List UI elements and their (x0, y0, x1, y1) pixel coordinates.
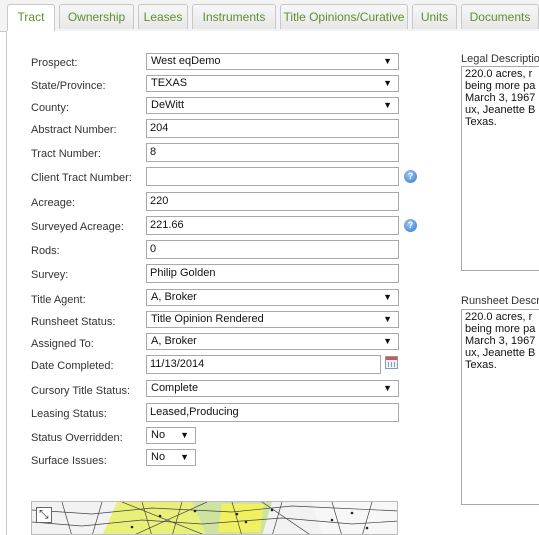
dropdown-arrow-icon: ▼ (383, 336, 392, 346)
calendar-icon[interactable] (385, 356, 398, 369)
state-value: TEXAS (151, 77, 188, 89)
tab-ownership[interactable]: Ownership (59, 4, 134, 29)
tract-number-input[interactable]: 8 (146, 143, 399, 162)
tab-title-opinions[interactable]: Title Opinions/Curative (280, 4, 408, 29)
runsheet-description-textarea[interactable]: 220.0 acres, r being more pa March 3, 19… (461, 309, 539, 505)
runsheet-status-value: Title Opinion Rendered (151, 313, 264, 325)
status-overridden-label: Status Overridden: (31, 432, 123, 444)
dropdown-arrow-icon: ▼ (180, 430, 189, 440)
client-tract-number-input[interactable] (146, 167, 399, 186)
survey-label: Survey: (31, 269, 69, 281)
prospect-select[interactable]: West eqDemo ▼ (146, 53, 399, 70)
runsheet-description-label: Runsheet Descri (461, 295, 539, 307)
date-completed-label: Date Completed: (31, 360, 114, 372)
title-agent-select[interactable]: A, Broker ▼ (146, 289, 399, 306)
tab-instruments[interactable]: Instruments (192, 4, 276, 29)
rods-input[interactable]: 0 (146, 240, 399, 259)
dropdown-arrow-icon: ▼ (383, 292, 392, 302)
dropdown-arrow-icon: ▼ (383, 78, 392, 88)
acreage-label: Acreage: (31, 197, 76, 209)
tab-documents[interactable]: Documents (461, 4, 539, 29)
assigned-to-value: A, Broker (151, 335, 197, 347)
tab-units[interactable]: Units (412, 4, 457, 29)
help-icon[interactable]: ? (404, 170, 417, 183)
dropdown-arrow-icon: ▼ (383, 56, 392, 66)
surface-issues-select[interactable]: No ▼ (146, 449, 196, 466)
prospect-label: Prospect: (31, 57, 78, 69)
tab-bar: Tract Ownership Leases Instruments Title… (0, 0, 539, 32)
tract-number-label: Tract Number: (31, 148, 101, 160)
abstract-number-input[interactable]: 204 (146, 119, 399, 138)
county-label: County: (31, 102, 69, 114)
dropdown-arrow-icon: ▼ (180, 452, 189, 462)
rods-label: Rods: (31, 245, 60, 257)
assigned-to-label: Assigned To: (31, 338, 94, 350)
cursory-title-status-label: Cursory Title Status: (31, 385, 131, 397)
client-tract-number-label: Client Tract Number: (31, 172, 132, 184)
runsheet-status-label: Runsheet Status: (31, 316, 116, 328)
acreage-input[interactable]: 220 (146, 192, 399, 211)
tab-leases[interactable]: Leases (138, 4, 188, 29)
cursory-title-status-value: Complete (151, 382, 199, 394)
date-completed-input[interactable]: 11/13/2014 (146, 355, 381, 374)
expand-map-icon[interactable] (36, 507, 52, 523)
state-label: State/Province: (31, 80, 106, 92)
title-agent-value: A, Broker (151, 291, 197, 303)
surveyed-acreage-input[interactable]: 221.66 (146, 216, 399, 235)
runsheet-status-select[interactable]: Title Opinion Rendered ▼ (146, 311, 399, 328)
state-select[interactable]: TEXAS ▼ (146, 75, 399, 92)
tract-map-image (32, 502, 397, 534)
status-overridden-select[interactable]: No ▼ (146, 427, 196, 444)
survey-input[interactable]: Philip Golden (146, 264, 399, 283)
dropdown-arrow-icon: ▼ (383, 314, 392, 324)
help-icon[interactable]: ? (404, 219, 417, 232)
prospect-value: West eqDemo (151, 55, 221, 67)
leasing-status-input[interactable]: Leased,Producing (146, 403, 399, 422)
dropdown-arrow-icon: ▼ (383, 100, 392, 110)
cursory-title-status-select[interactable]: Complete ▼ (146, 380, 399, 397)
tract-map[interactable] (31, 501, 398, 535)
title-agent-label: Title Agent: (31, 294, 86, 306)
leasing-status-label: Leasing Status: (31, 408, 107, 420)
assigned-to-select[interactable]: A, Broker ▼ (146, 333, 399, 350)
county-value: DeWitt (151, 99, 184, 111)
abstract-number-label: Abstract Number: (31, 124, 117, 136)
legal-description-textarea[interactable]: 220.0 acres, r being more pa March 3, 19… (461, 66, 539, 271)
tab-tract[interactable]: Tract (7, 4, 55, 31)
surveyed-acreage-label: Surveyed Acreage: (31, 221, 124, 233)
dropdown-arrow-icon: ▼ (383, 383, 392, 393)
county-select[interactable]: DeWitt ▼ (146, 97, 399, 114)
surface-issues-value: No (151, 451, 166, 463)
status-overridden-value: No (151, 429, 166, 441)
legal-description-label: Legal Description (461, 53, 539, 65)
surface-issues-label: Surface Issues: (31, 455, 107, 467)
